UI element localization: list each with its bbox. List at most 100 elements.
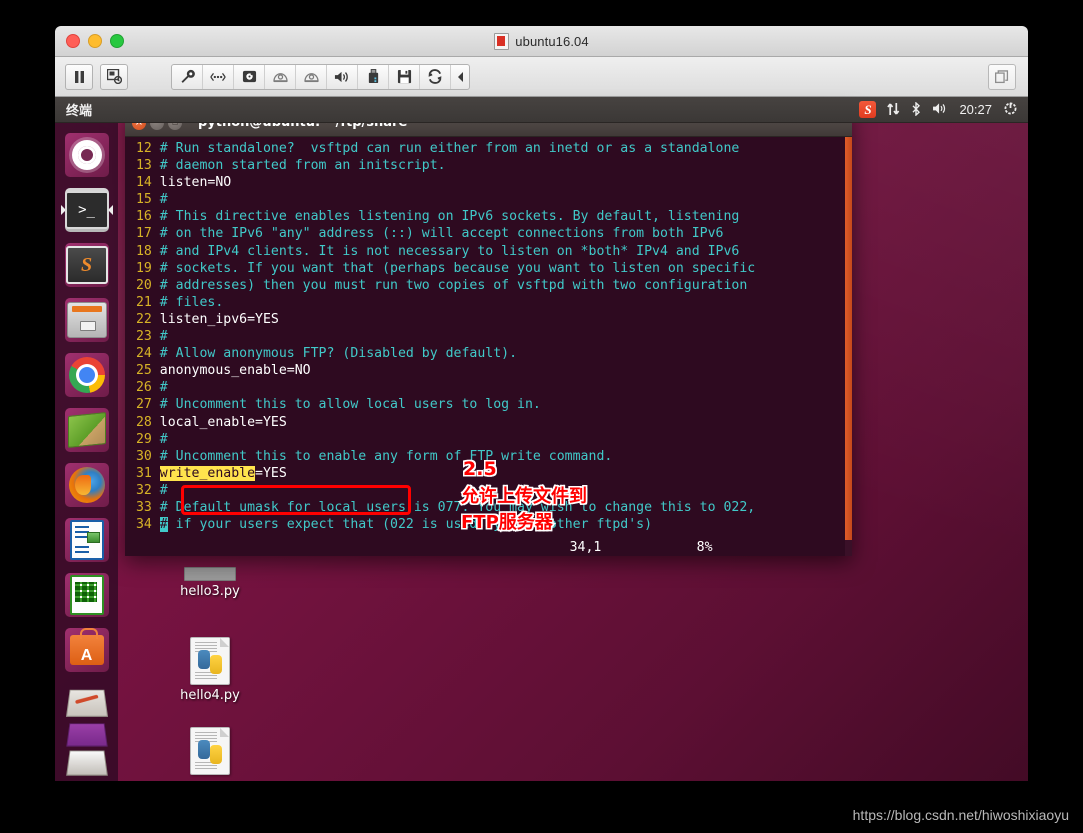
launcher-item-terminal[interactable]: >_ bbox=[60, 185, 113, 235]
desktop-file-hello4[interactable]: hello4.py bbox=[165, 637, 255, 703]
vim-line: 26 # bbox=[128, 379, 852, 396]
spreadsheet-icon bbox=[69, 575, 104, 615]
unity-top-panel: 终端 S 20:27 bbox=[55, 97, 1028, 123]
cd-drive-2-icon[interactable] bbox=[296, 64, 327, 89]
launcher-item-help[interactable] bbox=[62, 405, 112, 455]
vmware-toolbar bbox=[55, 57, 1028, 97]
chrome-icon bbox=[68, 357, 105, 393]
vim-text: # files. bbox=[159, 294, 224, 310]
launcher-item-stack-amazon[interactable] bbox=[62, 680, 112, 717]
vim-line-number: 24 bbox=[128, 346, 160, 362]
vim-line-number: 17 bbox=[128, 226, 160, 242]
annotation-line-2: FTP服务器 bbox=[460, 511, 555, 535]
vim-text: # Default umask for local users is 077. … bbox=[159, 499, 756, 515]
sound-icon[interactable] bbox=[327, 64, 358, 89]
vim-line: 12 # Run standalone? vsftpd can run eith… bbox=[128, 140, 852, 157]
vim-text: # and IPv4 clients. It is not necessary … bbox=[159, 243, 740, 259]
vim-text: # This directive enables listening on IP… bbox=[159, 209, 740, 225]
vmware-window-title-text: ubuntu16.04 bbox=[515, 33, 589, 49]
vim-line-number: 20 bbox=[128, 277, 160, 293]
panel-clock[interactable]: 20:27 bbox=[959, 102, 992, 117]
vmware-device-toolbar bbox=[171, 63, 470, 90]
vim-text: # bbox=[159, 380, 168, 396]
launcher-item-software[interactable]: A bbox=[62, 625, 112, 675]
vim-text: # addresses) then you must run two copie… bbox=[159, 277, 748, 293]
vim-line-number: 16 bbox=[128, 209, 160, 225]
green-book-icon bbox=[67, 412, 106, 448]
settings-wrench-icon[interactable] bbox=[172, 64, 203, 89]
gear-power-icon[interactable] bbox=[1003, 101, 1018, 118]
vim-line-number: 31 bbox=[128, 465, 160, 481]
vim-line-number: 14 bbox=[128, 175, 160, 191]
vim-text: =YES bbox=[255, 465, 287, 481]
vim-line: 21 # files. bbox=[128, 294, 852, 311]
vim-line-number: 23 bbox=[128, 329, 160, 345]
bluetooth-icon[interactable] bbox=[911, 100, 921, 118]
vmware-window-title: ubuntu16.04 bbox=[55, 32, 1028, 50]
snapshot-button[interactable] bbox=[100, 63, 128, 90]
vim-text: # bbox=[159, 192, 168, 208]
vim-line: 25 anonymous_enable=NO bbox=[128, 362, 852, 379]
python-file-icon bbox=[190, 637, 230, 685]
vim-text: # bbox=[159, 329, 168, 345]
vim-line: 16 # This directive enables listening on… bbox=[128, 208, 852, 225]
pause-button[interactable] bbox=[65, 63, 93, 90]
launcher-item-stack-white[interactable] bbox=[62, 740, 112, 776]
desktop-file-hello3-label: hello3.py bbox=[180, 584, 240, 599]
launcher-item-dash[interactable] bbox=[62, 130, 112, 180]
network-updown-icon[interactable] bbox=[887, 102, 900, 118]
vim-line: 18 # and IPv4 clients. It is not necessa… bbox=[128, 243, 852, 260]
vim-text: if your users expect that (022 is used b… bbox=[167, 517, 653, 533]
launcher-item-sublime[interactable]: S bbox=[62, 240, 112, 290]
panel-app-name: 终端 bbox=[66, 104, 93, 119]
launcher-item-firefox[interactable] bbox=[62, 460, 112, 510]
vim-text: # Allow anonymous FTP? (Disabled by defa… bbox=[159, 346, 518, 362]
vim-line: 24 # Allow anonymous FTP? (Disabled by d… bbox=[128, 345, 852, 362]
software-bag-icon: A bbox=[69, 628, 104, 665]
terminal-scrollbar-thumb[interactable] bbox=[845, 137, 852, 541]
vm-file-icon bbox=[494, 32, 510, 50]
vim-line: 28 local_enable=YES bbox=[128, 414, 852, 431]
launcher-item-writer[interactable] bbox=[62, 515, 112, 565]
vim-line: 22 listen_ipv6=YES bbox=[128, 311, 852, 328]
vim-status-line: 34,1 8% bbox=[125, 540, 713, 555]
vim-text: listen_ipv6=YES bbox=[159, 311, 279, 327]
vim-text: # bbox=[159, 431, 168, 447]
fullscreen-button[interactable] bbox=[988, 63, 1016, 90]
launcher-item-files[interactable] bbox=[62, 295, 112, 345]
desktop-file-hello4-label: hello4.py bbox=[180, 688, 240, 703]
vim-text: listen=NO bbox=[159, 175, 232, 191]
firefox-icon bbox=[68, 467, 105, 503]
vim-line-number: 15 bbox=[128, 192, 160, 208]
vim-text: # Uncomment this to allow local users to… bbox=[159, 397, 541, 413]
annotation-line-1: 允许上传文件到 bbox=[460, 485, 589, 509]
vim-line: 23 # bbox=[128, 328, 852, 345]
vim-text: anonymous_enable=NO bbox=[159, 363, 311, 379]
cd-drive-1-icon[interactable] bbox=[265, 64, 296, 89]
volume-icon[interactable] bbox=[932, 102, 948, 117]
floppy-icon[interactable] bbox=[389, 64, 420, 89]
vim-line: 15 # bbox=[128, 191, 852, 208]
launcher-item-chrome[interactable] bbox=[62, 350, 112, 400]
vim-line-number: 28 bbox=[128, 414, 160, 430]
vim-line-number: 29 bbox=[128, 431, 160, 447]
ubuntu-logo-icon bbox=[71, 140, 102, 170]
hard-disk-icon[interactable] bbox=[234, 64, 265, 89]
vim-line-number: 13 bbox=[128, 158, 160, 174]
vim-line-number: 18 bbox=[128, 243, 160, 259]
sync-icon[interactable] bbox=[420, 64, 451, 89]
vim-search-highlight: write_enable bbox=[159, 465, 256, 481]
network-adapter-icon[interactable] bbox=[203, 64, 234, 89]
usb-icon[interactable] bbox=[358, 64, 389, 89]
vim-line: 19 # sockets. If you want that (perhaps … bbox=[128, 260, 852, 277]
collapse-arrow-icon[interactable] bbox=[451, 65, 469, 89]
sogou-input-icon[interactable]: S bbox=[859, 101, 877, 118]
launcher-item-calc[interactable] bbox=[62, 570, 112, 620]
vim-line-number: 26 bbox=[128, 380, 160, 396]
launcher-item-stack-purple[interactable] bbox=[62, 712, 112, 747]
desktop-file-hello3[interactable]: hello3.py bbox=[165, 567, 255, 599]
terminal-scrollbar[interactable] bbox=[845, 137, 852, 556]
vim-cursor: # bbox=[159, 517, 168, 533]
desktop-file-hello5[interactable] bbox=[165, 727, 255, 778]
vmware-titlebar: ubuntu16.04 bbox=[55, 26, 1028, 57]
